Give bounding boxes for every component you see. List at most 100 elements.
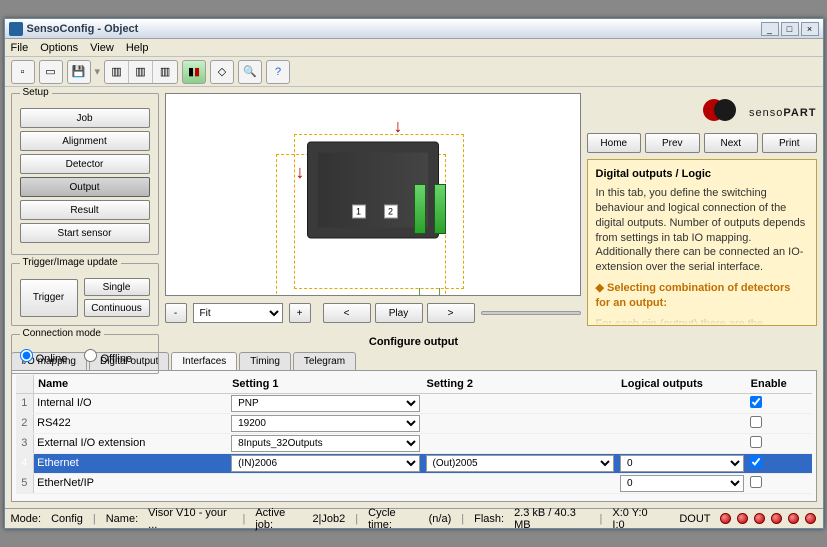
help-body-1: In this tab, you define the switching be… [596, 186, 808, 275]
continuous-button[interactable]: Continuous [84, 299, 150, 317]
maximize-button[interactable]: □ [781, 22, 799, 36]
help-next-button[interactable]: Next [704, 133, 759, 153]
setup-alignment-button[interactable]: Alignment [20, 131, 150, 151]
frame-prev-button[interactable]: < [323, 303, 371, 323]
roi-overlay-2[interactable] [434, 184, 446, 234]
interfaces-table: Name Setting 1 Setting 2 Logical outputs… [16, 375, 812, 494]
tool-save-icon[interactable]: 💾 [67, 60, 91, 84]
enable-checkbox[interactable] [750, 396, 762, 408]
help-print-button[interactable]: Print [762, 133, 817, 153]
logo-icon [703, 99, 725, 121]
led-1 [720, 513, 731, 524]
frame-slider[interactable] [481, 311, 581, 315]
setup-detector-button[interactable]: Detector [20, 154, 150, 174]
trigger-button[interactable]: Trigger [20, 279, 78, 317]
dout-leds [720, 513, 816, 524]
tool-new-icon[interactable]: ▫ [11, 60, 35, 84]
menu-file[interactable]: File [11, 42, 29, 54]
app-icon [9, 22, 23, 36]
online-radio[interactable]: Online [20, 353, 68, 365]
help-panel: Digital outputs / Logic In this tab, you… [587, 159, 817, 326]
enable-checkbox[interactable] [750, 476, 762, 488]
window-title: SensoConfig - Object [27, 23, 761, 35]
row-name: Ethernet [34, 453, 228, 473]
col-setting1: Setting 1 [228, 375, 422, 393]
setting1-select[interactable]: (IN)2006 [231, 455, 419, 472]
viewport-controls: - Fit + < Play > [165, 296, 581, 326]
menu-options[interactable]: Options [40, 42, 78, 54]
zoom-select[interactable]: Fit [193, 303, 283, 323]
setup-output-button[interactable]: Output [20, 177, 150, 197]
close-button[interactable]: × [801, 22, 819, 36]
status-name: Visor V10 - your ... [148, 507, 232, 531]
status-flash: 2.3 kB / 40.3 MB [514, 507, 589, 531]
row-name: EtherNet/IP [34, 473, 228, 493]
tab-timing[interactable]: Timing [239, 352, 291, 370]
led-3 [754, 513, 765, 524]
table-row[interactable]: 4Ethernet(IN)2006(Out)20050 [16, 453, 812, 473]
setting1-select[interactable]: 8Inputs_32Outputs [231, 435, 419, 452]
help-prev-button[interactable]: Prev [645, 133, 700, 153]
col-enable: Enable [747, 375, 812, 393]
trigger-group: Trigger/Image update Trigger Single Cont… [11, 263, 159, 326]
toolbar: ▫ ▭ 💾 ▾ ▥ ▥ ▥ ▮▮ ◇ 🔍 ? [5, 57, 823, 87]
arrow-down-icon: ↓ [416, 284, 424, 296]
setting2-select[interactable]: (Out)2005 [426, 455, 614, 472]
table-row[interactable]: 2RS42219200 [16, 413, 812, 433]
row-name: RS422 [34, 413, 228, 433]
tool-proj1-icon[interactable]: ▥ [105, 61, 129, 83]
tool-cube-icon[interactable]: ◇ [210, 60, 234, 84]
tool-search-icon[interactable]: 🔍 [238, 60, 262, 84]
single-button[interactable]: Single [84, 278, 150, 296]
row-name: Internal I/O [34, 393, 228, 413]
minimize-button[interactable]: _ [761, 22, 779, 36]
tool-help-icon[interactable]: ? [266, 60, 290, 84]
led-5 [788, 513, 799, 524]
row-name: External I/O extension [34, 433, 228, 453]
led-4 [771, 513, 782, 524]
table-row[interactable]: 5EtherNet/IP0 [16, 473, 812, 493]
offline-radio[interactable]: Offline [84, 353, 132, 365]
setup-startsensor-button[interactable]: Start sensor [20, 223, 150, 243]
led-2 [737, 513, 748, 524]
status-cycle: (n/a) [429, 513, 452, 525]
tab-telegram[interactable]: Telegram [293, 352, 356, 370]
setup-result-button[interactable]: Result [20, 200, 150, 220]
led-6 [805, 513, 816, 524]
setup-job-button[interactable]: Job [20, 108, 150, 128]
enable-checkbox[interactable] [750, 436, 762, 448]
enable-checkbox[interactable] [750, 416, 762, 428]
tab-interfaces[interactable]: Interfaces [171, 352, 237, 370]
zoom-in-button[interactable]: + [289, 303, 311, 323]
arrow-down-icon: ↓ [296, 162, 305, 183]
setting1-select[interactable]: PNP [231, 395, 419, 412]
connection-legend: Connection mode [20, 328, 104, 339]
frame-next-button[interactable]: > [427, 303, 475, 323]
logical-select[interactable]: 0 [620, 455, 744, 472]
help-title: Digital outputs / Logic [596, 168, 808, 180]
tool-proj2-icon[interactable]: ▥ [129, 61, 153, 83]
enable-checkbox[interactable] [750, 456, 762, 468]
roi-overlay-1[interactable] [414, 184, 426, 234]
brand-logo: sensoPART [587, 93, 817, 127]
help-home-button[interactable]: Home [587, 133, 642, 153]
arrow-down-icon: ↓ [394, 116, 403, 137]
zoom-out-button[interactable]: - [165, 303, 187, 323]
status-xy: X:0 Y:0 I:0 [612, 507, 659, 531]
arrow-down-icon: ↓ [436, 284, 444, 296]
table-row[interactable]: 3External I/O extension8Inputs_32Outputs [16, 433, 812, 453]
statusbar: Mode: Config| Name: Visor V10 - your ...… [5, 508, 823, 528]
setup-group: Setup Job Alignment Detector Output Resu… [11, 93, 159, 255]
image-viewport[interactable]: ↓ ↓ 1 2 ↓ ↓ [165, 93, 581, 296]
table-row[interactable]: 1Internal I/OPNP [16, 393, 812, 413]
logical-select[interactable]: 0 [620, 475, 744, 492]
setup-legend: Setup [20, 87, 52, 98]
tool-project-group: ▥ ▥ ▥ [104, 60, 178, 84]
play-button[interactable]: Play [375, 303, 423, 323]
tool-open-icon[interactable]: ▭ [39, 60, 63, 84]
tool-highlight-icon[interactable]: ▮▮ [182, 60, 206, 84]
menu-view[interactable]: View [90, 42, 114, 54]
menu-help[interactable]: Help [126, 42, 149, 54]
setting1-select[interactable]: 19200 [231, 415, 419, 432]
tool-proj3-icon[interactable]: ▥ [153, 61, 177, 83]
